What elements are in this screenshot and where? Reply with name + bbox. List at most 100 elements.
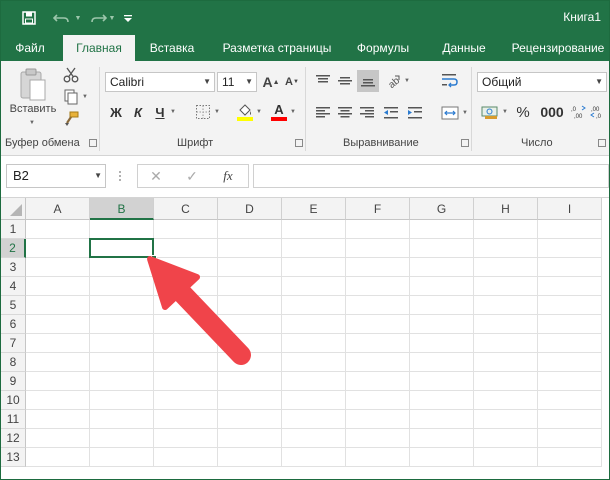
cell-a10[interactable] [26,391,90,410]
cell-c7[interactable] [154,334,218,353]
cell-e9[interactable] [282,372,346,391]
tab-page-layout[interactable]: Разметка страницы [213,35,341,61]
cell-a9[interactable] [26,372,90,391]
cell-e13[interactable] [282,448,346,467]
tab-review[interactable]: Рецензирование [504,35,609,61]
cell-i1[interactable] [538,220,602,239]
cell-d13[interactable] [218,448,282,467]
cell-d9[interactable] [218,372,282,391]
decrease-font-size-icon[interactable]: A ▼ [283,72,301,92]
format-painter-icon[interactable] [61,109,81,129]
cell-d6[interactable] [218,315,282,334]
cell-g5[interactable] [410,296,474,315]
cell-e2[interactable] [282,239,346,258]
cell-h2[interactable] [474,239,538,258]
column-header-i[interactable]: I [538,198,602,220]
customize-qat-icon[interactable] [121,7,135,29]
row-header-1[interactable]: 1 [1,220,26,239]
cell-a13[interactable] [26,448,90,467]
cell-a1[interactable] [26,220,90,239]
cell-c11[interactable] [154,410,218,429]
save-icon[interactable] [17,7,41,29]
cell-g7[interactable] [410,334,474,353]
orientation-dropdown-icon[interactable]: ▼ [403,76,411,86]
cell-h10[interactable] [474,391,538,410]
cell-i2[interactable] [538,239,602,258]
cell-g11[interactable] [410,410,474,429]
cell-c13[interactable] [154,448,218,467]
cell-f2[interactable] [346,239,410,258]
paste-icon[interactable] [13,67,53,103]
cell-b10[interactable] [90,391,154,410]
underline-button[interactable]: Ч [151,102,169,122]
cell-i11[interactable] [538,410,602,429]
select-all-corner[interactable] [1,198,26,220]
cell-f4[interactable] [346,277,410,296]
redo-dropdown-icon[interactable]: ▼ [107,7,117,29]
cell-b5[interactable] [90,296,154,315]
cell-c4[interactable] [154,277,218,296]
font-size-select[interactable]: 11 ▼ [217,72,257,92]
cell-e7[interactable] [282,334,346,353]
cell-b9[interactable] [90,372,154,391]
cell-g2[interactable] [410,239,474,258]
cell-f6[interactable] [346,315,410,334]
cell-h4[interactable] [474,277,538,296]
cell-b11[interactable] [90,410,154,429]
cell-b6[interactable] [90,315,154,334]
cell-b7[interactable] [90,334,154,353]
align-middle-icon[interactable] [335,71,355,91]
cell-d5[interactable] [218,296,282,315]
cell-f8[interactable] [346,353,410,372]
cell-e11[interactable] [282,410,346,429]
cell-f5[interactable] [346,296,410,315]
cell-c6[interactable] [154,315,218,334]
cell-c12[interactable] [154,429,218,448]
cell-b4[interactable] [90,277,154,296]
cell-b3[interactable] [90,258,154,277]
cell-a11[interactable] [26,410,90,429]
row-header-6[interactable]: 6 [1,315,26,334]
cut-icon[interactable] [61,65,81,85]
cell-i3[interactable] [538,258,602,277]
row-header-11[interactable]: 11 [1,410,26,429]
cell-c1[interactable] [154,220,218,239]
tab-formulas[interactable]: Формулы [347,35,419,61]
cell-e6[interactable] [282,315,346,334]
cell-f13[interactable] [346,448,410,467]
decrease-decimal-icon[interactable]: ,00,0 [589,101,607,123]
cell-a4[interactable] [26,277,90,296]
cell-d10[interactable] [218,391,282,410]
cell-f11[interactable] [346,410,410,429]
cell-i10[interactable] [538,391,602,410]
cell-a3[interactable] [26,258,90,277]
comma-style-icon[interactable]: 000 [539,101,565,123]
cell-g4[interactable] [410,277,474,296]
cell-e10[interactable] [282,391,346,410]
number-launcher-icon[interactable] [598,139,606,147]
row-header-4[interactable]: 4 [1,277,26,296]
cell-h13[interactable] [474,448,538,467]
cell-e1[interactable] [282,220,346,239]
column-header-g[interactable]: G [410,198,474,220]
cell-d2[interactable] [218,239,282,258]
cell-h1[interactable] [474,220,538,239]
cell-c8[interactable] [154,353,218,372]
align-top-icon[interactable] [313,71,333,91]
copy-dropdown-icon[interactable]: ▼ [81,92,89,102]
decrease-indent-icon[interactable] [381,103,401,123]
cell-i7[interactable] [538,334,602,353]
column-header-d[interactable]: D [218,198,282,220]
merge-center-icon[interactable] [439,103,461,123]
cell-c5[interactable] [154,296,218,315]
cell-a6[interactable] [26,315,90,334]
formula-input[interactable] [253,164,609,188]
bold-button[interactable]: Ж [107,102,125,122]
cell-i12[interactable] [538,429,602,448]
currency-dropdown-icon[interactable]: ▼ [501,107,509,117]
cell-b13[interactable] [90,448,154,467]
cell-i5[interactable] [538,296,602,315]
cell-a2[interactable] [26,239,90,258]
orientation-icon[interactable]: ab [383,71,403,91]
cell-i8[interactable] [538,353,602,372]
